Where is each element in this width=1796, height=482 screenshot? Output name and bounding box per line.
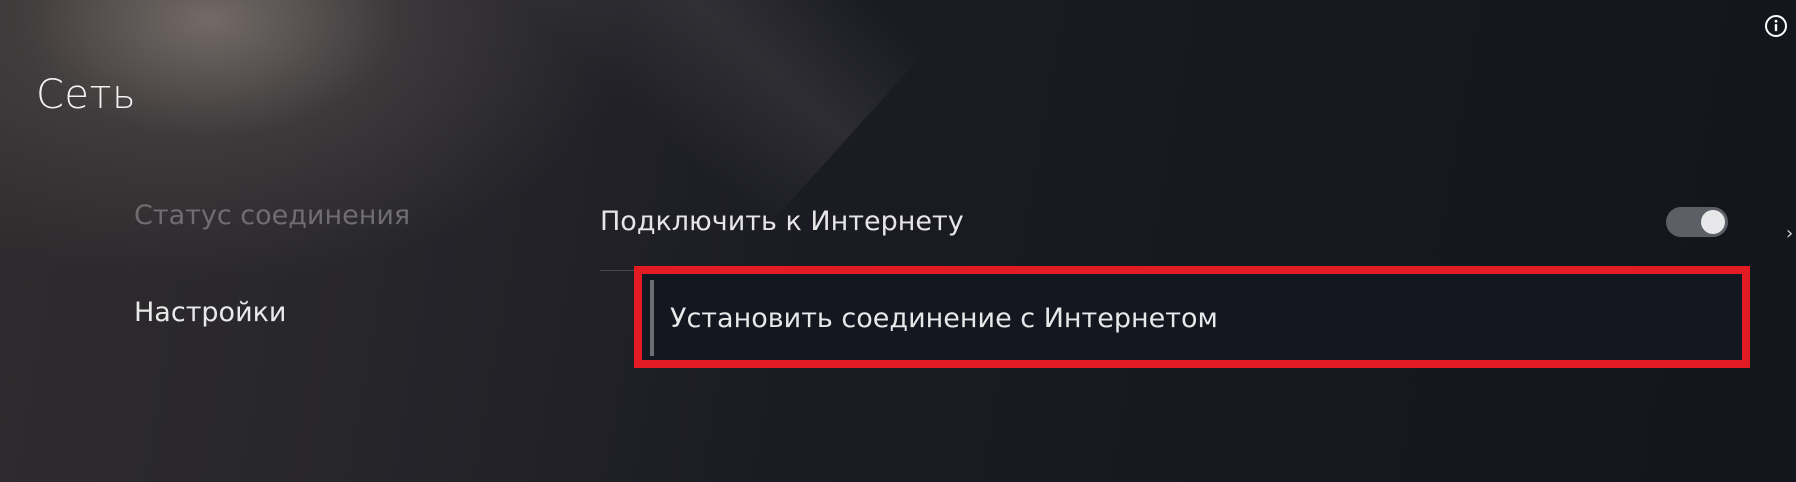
settings-screen: Сеть Статус соединения Настройки Подключ… — [0, 0, 1796, 482]
chevron-right-icon: › — [1786, 223, 1794, 244]
background-light-beam — [380, 0, 928, 228]
settings-list: Подключить к Интернету — [600, 196, 1730, 271]
setup-internet-connection-item[interactable]: Установить соединение с Интернетом — [634, 266, 1750, 368]
connect-internet-toggle[interactable] — [1666, 207, 1728, 237]
setup-internet-connection-label: Установить соединение с Интернетом — [670, 303, 1218, 334]
focus-indicator — [650, 280, 654, 356]
sidebar-item-connection-status[interactable]: Статус соединения — [134, 200, 410, 231]
sidebar-item-settings[interactable]: Настройки — [134, 297, 410, 328]
connect-internet-label: Подключить к Интернету — [600, 206, 964, 237]
info-icon[interactable] — [1764, 14, 1788, 38]
side-navigation: Статус соединения Настройки — [134, 200, 410, 394]
connect-internet-row[interactable]: Подключить к Интернету — [600, 196, 1730, 248]
toggle-knob — [1701, 210, 1725, 234]
page-title: Сеть — [36, 72, 137, 118]
